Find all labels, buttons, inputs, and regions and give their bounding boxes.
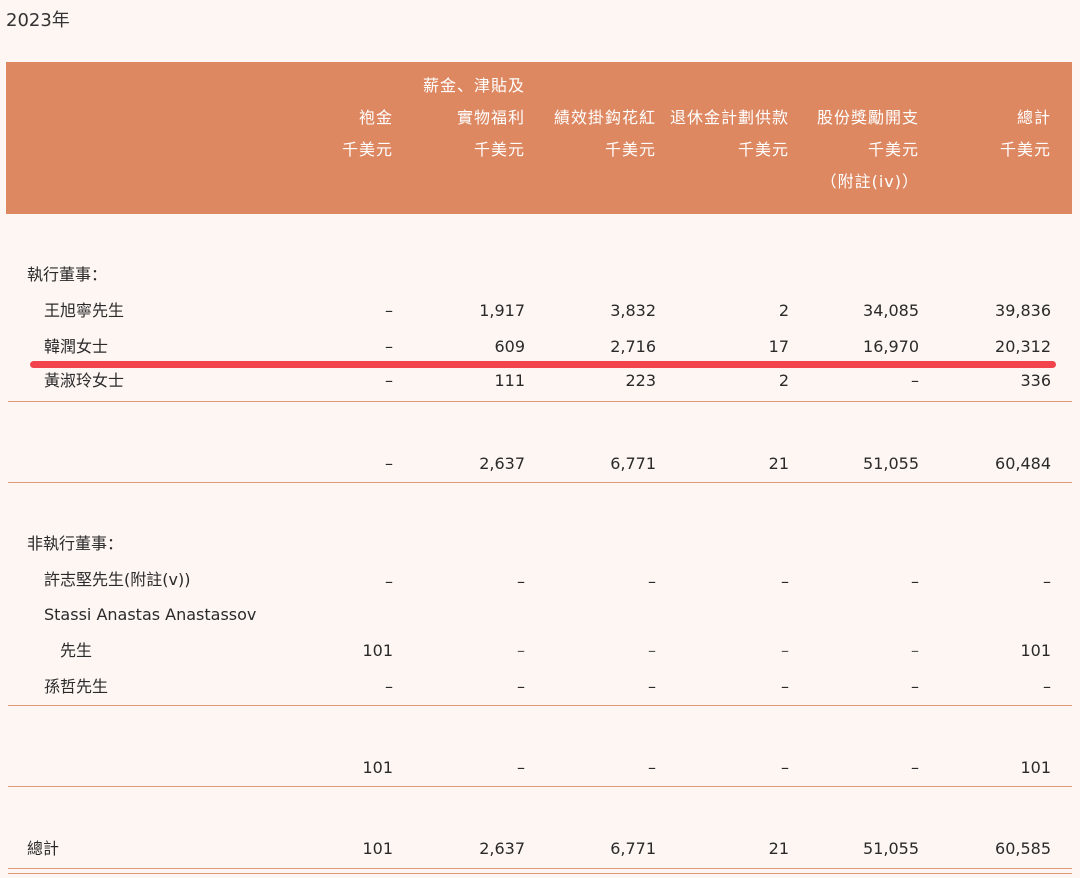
divider: [8, 401, 1072, 402]
subtotal-cell: –: [517, 758, 525, 777]
subtotal-cell: 60,484: [995, 454, 1051, 473]
total-label: 總計: [27, 839, 60, 858]
cell: –: [648, 641, 656, 660]
divider: [8, 873, 1072, 874]
header-col-pension: 退休金計劃供款 千美元: [669, 108, 789, 159]
header-col-salaries: 薪金、津貼及 實物福利 千美元: [422, 76, 525, 159]
cell: –: [1043, 677, 1051, 696]
cell: –: [517, 677, 525, 696]
cell: –: [385, 677, 393, 696]
total-cell: 51,055: [863, 839, 919, 858]
cell: 2: [778, 301, 789, 320]
subtotal-cell: 6,771: [610, 454, 656, 473]
total-cell: 60,585: [995, 839, 1051, 858]
row-name-han: 韓潤女士: [44, 337, 109, 356]
subtotal-cell: 51,055: [863, 454, 919, 473]
cell: –: [385, 301, 393, 320]
cell: –: [911, 572, 919, 591]
year-label: 2023年: [6, 10, 70, 31]
cell: 16,970: [863, 337, 919, 356]
cell: –: [911, 677, 919, 696]
subtotal-cell: 21: [768, 454, 789, 473]
cell: –: [911, 641, 919, 660]
row-name-xu: 許志堅先生(附註(v)): [44, 570, 191, 589]
total-cell: 21: [768, 839, 789, 858]
total-cell: 101: [362, 839, 393, 858]
total-cell: 6,771: [610, 839, 656, 858]
cell: –: [911, 371, 919, 390]
cell: 2: [778, 371, 789, 390]
subtotal-cell: –: [648, 758, 656, 777]
section-heading-executive: 執行董事：: [27, 265, 108, 284]
subtotal-cell: –: [781, 758, 789, 777]
section-heading-nonexecutive: 非執行董事：: [27, 534, 124, 553]
cell: –: [781, 641, 789, 660]
cell: 609: [494, 337, 525, 356]
subtotal-cell: 2,637: [479, 454, 525, 473]
row-name-huang: 黃淑玲女士: [44, 371, 125, 390]
divider: [8, 482, 1072, 483]
subtotal-cell: –: [911, 758, 919, 777]
header-col-total: 總計 千美元: [999, 108, 1051, 159]
subtotal-cell: 101: [362, 758, 393, 777]
cell: –: [781, 677, 789, 696]
cell: 39,836: [995, 301, 1051, 320]
cell: 17: [768, 337, 789, 356]
cell: –: [1043, 572, 1051, 591]
header-col-fees: 袍金 千美元: [341, 108, 393, 159]
cell: –: [385, 572, 393, 591]
cell: 3,832: [610, 301, 656, 320]
cell: –: [781, 572, 789, 591]
cell: 34,085: [863, 301, 919, 320]
row-name-wang: 王旭寧先生: [44, 301, 125, 320]
cell: 20,312: [995, 337, 1051, 356]
divider: [8, 868, 1072, 869]
cell: 111: [494, 371, 525, 390]
cell: –: [385, 371, 393, 390]
cell: 223: [625, 371, 656, 390]
subtotal-cell: –: [385, 454, 393, 473]
row-name-sun: 孫哲先生: [44, 677, 109, 696]
cell: 336: [1020, 371, 1051, 390]
cell: 101: [1020, 641, 1051, 660]
cell: 101: [362, 641, 393, 660]
subtotal-cell: 101: [1020, 758, 1051, 777]
cell: 1,917: [479, 301, 525, 320]
divider: [8, 786, 1072, 787]
row-name-stassi: Stassi Anastas Anastassov: [44, 605, 257, 624]
row-name-stassi-cont: 先生: [60, 641, 93, 660]
header-col-share-award: 股份獎勵開支 千美元 （附註(iv)）: [816, 108, 919, 191]
cell: –: [517, 572, 525, 591]
cell: 2,716: [610, 337, 656, 356]
cell: –: [648, 677, 656, 696]
cell: –: [648, 572, 656, 591]
divider: [8, 705, 1072, 706]
cell: –: [517, 641, 525, 660]
header-col-bonus: 績效掛鈎花紅 千美元: [553, 108, 656, 159]
total-cell: 2,637: [479, 839, 525, 858]
cell: –: [385, 337, 393, 356]
highlight-underline: [30, 361, 1056, 368]
